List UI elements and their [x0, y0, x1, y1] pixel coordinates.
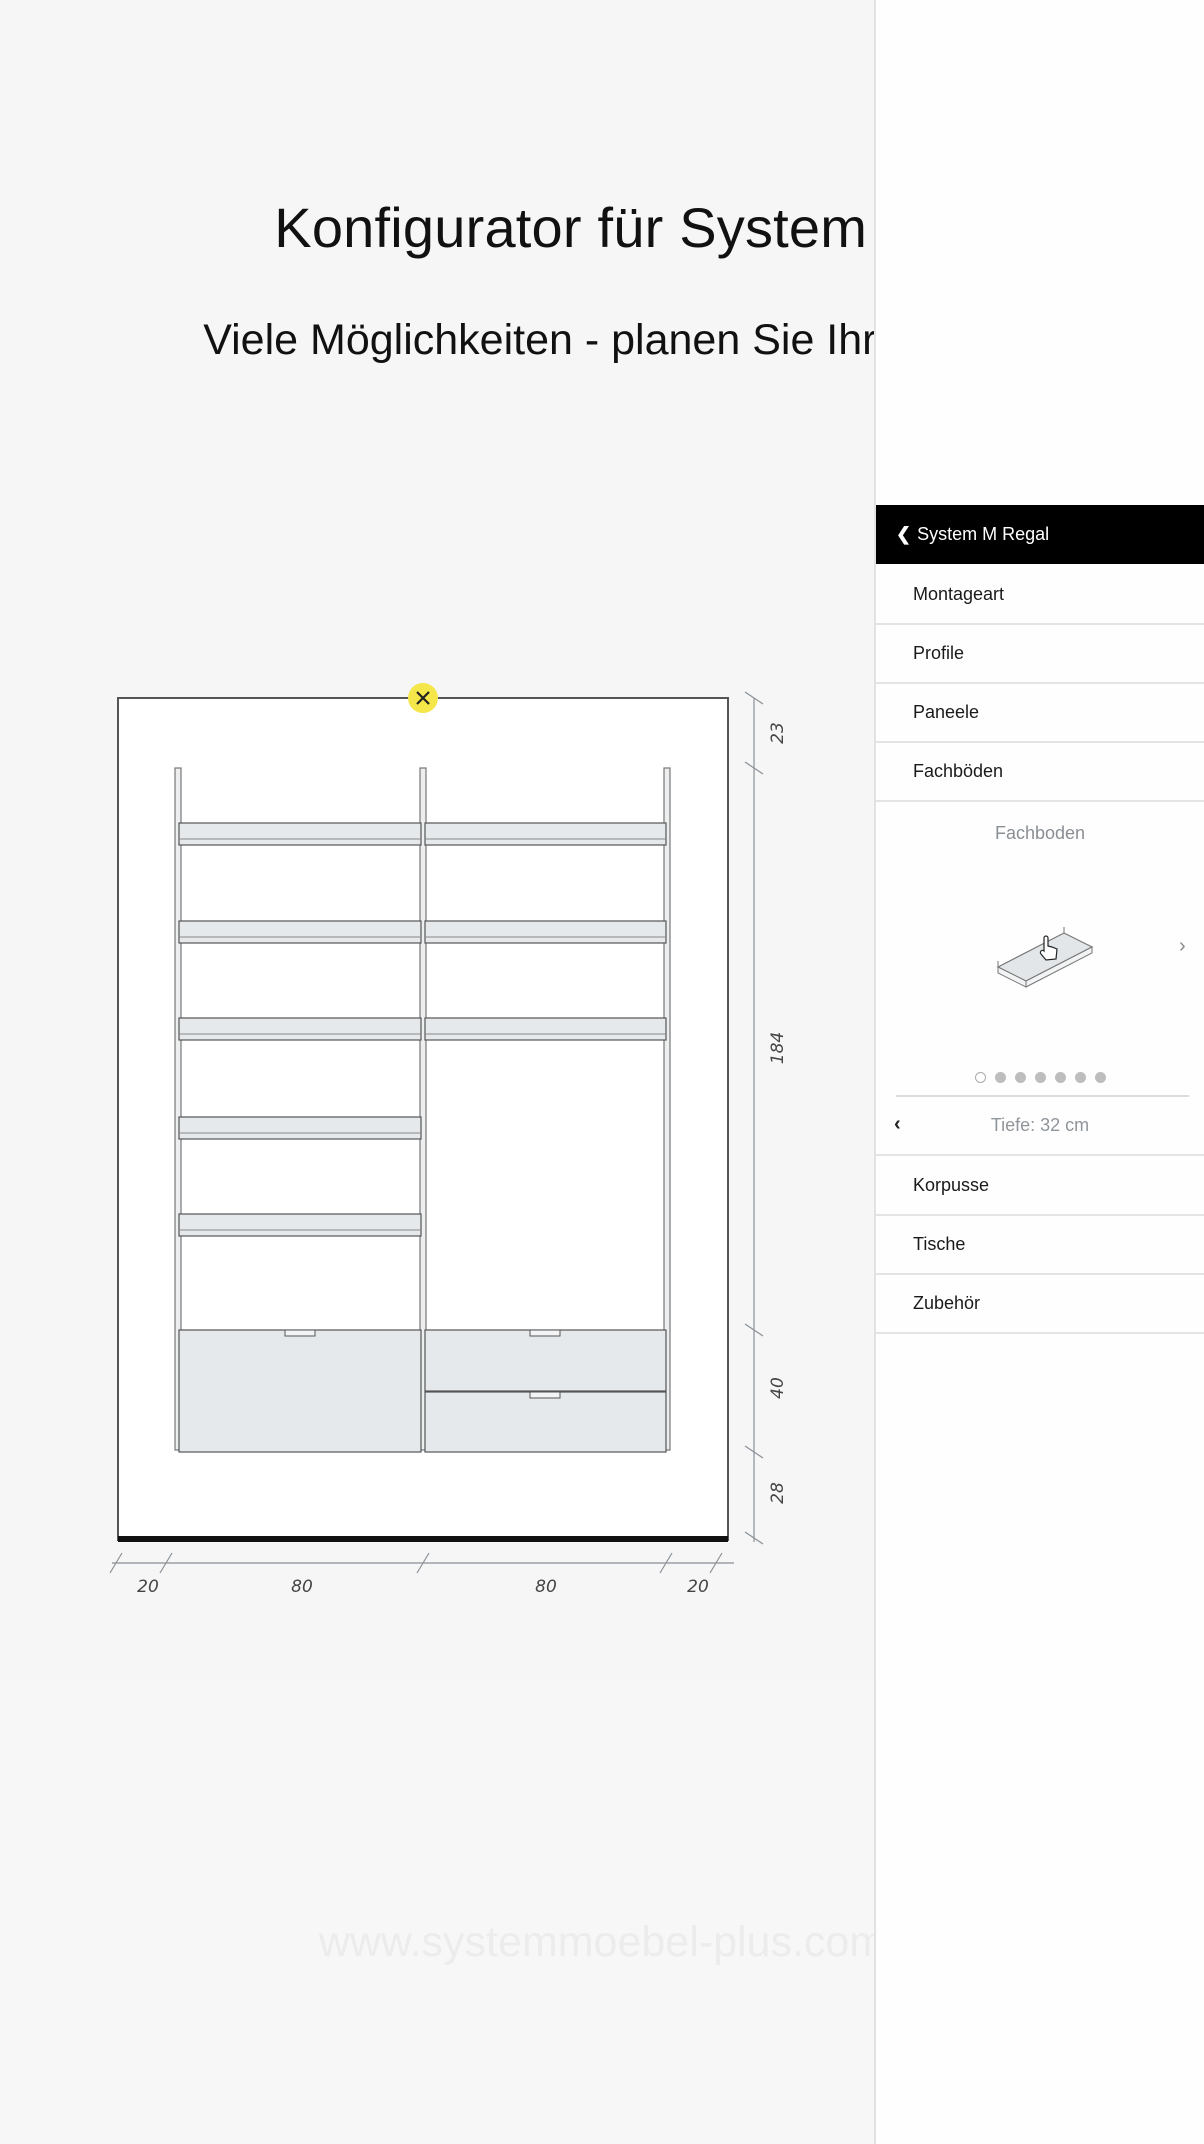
- dimension-label-28: 28: [768, 1482, 788, 1504]
- sidebar-item-zubehoer[interactable]: Zubehör: [876, 1275, 1204, 1334]
- carousel-dot[interactable]: [1074, 1072, 1086, 1083]
- dimension-label-40: 40: [768, 1377, 788, 1399]
- sidebar-item-label: Zubehör: [913, 1293, 981, 1313]
- drawer-handle-icon: [529, 1391, 561, 1399]
- depth-label: Tiefe: 32 cm: [990, 1115, 1090, 1135]
- width-dimension-labels: 20 80 80 20: [137, 1577, 709, 1597]
- shelf[interactable]: [178, 920, 422, 944]
- sidebar-item-tische[interactable]: Tische: [876, 1216, 1204, 1275]
- sidebar-item-paneele[interactable]: Paneele: [876, 684, 1204, 743]
- sidebar-menu-bottom: Korpusse Tische Zubehör: [876, 1157, 1204, 1334]
- carousel-dot[interactable]: [1014, 1072, 1026, 1083]
- shelf[interactable]: [178, 822, 422, 846]
- shelf[interactable]: [178, 1213, 422, 1237]
- dimension-label-80-right: 80: [535, 1577, 557, 1597]
- sidebar-menu-top: Montageart Profile Paneele Fachböden: [876, 566, 1204, 802]
- dimension-label-80-left: 80: [291, 1577, 313, 1597]
- drawer-left[interactable]: [178, 1329, 422, 1453]
- chevron-right-icon[interactable]: ›: [1179, 935, 1186, 958]
- carousel-dot[interactable]: [1094, 1072, 1106, 1083]
- sidebar-item-korpusse[interactable]: Korpusse: [876, 1157, 1204, 1216]
- dimension-label-184: 184: [768, 1032, 788, 1064]
- dimension-label-20-left: 20: [137, 1577, 159, 1597]
- sidebar-item-montageart[interactable]: Montageart: [876, 566, 1204, 625]
- shelf[interactable]: [424, 920, 667, 944]
- drawer-right-bottom[interactable]: [424, 1391, 667, 1453]
- shelf-drawing: 23 184 40 28 20 80 80 20: [109, 683, 788, 1597]
- shelf[interactable]: [178, 1116, 422, 1140]
- height-dimension-labels: 23 184 40 28: [768, 722, 788, 1504]
- carousel-dot[interactable]: [994, 1072, 1006, 1083]
- sidebar-item-label: Korpusse: [913, 1175, 990, 1195]
- sidebar-item-profile[interactable]: Profile: [876, 625, 1204, 684]
- dimension-label-20-right: 20: [687, 1577, 709, 1597]
- detail-title: Fachboden: [994, 823, 1086, 843]
- fachboden-detail: Fachboden ›: [876, 807, 1204, 1097]
- height-dimension-line: [744, 691, 764, 1545]
- chevron-left-icon: ❮: [896, 524, 912, 544]
- shelf-board-icon[interactable]: [994, 917, 1094, 997]
- dimension-label-23: 23: [768, 722, 788, 744]
- carousel-dot[interactable]: [974, 1072, 986, 1083]
- drawer-handle-icon: [529, 1329, 561, 1337]
- shelf[interactable]: [424, 1017, 667, 1041]
- depth-selector[interactable]: ‹ Tiefe: 32 cm: [876, 1097, 1204, 1156]
- sidebar-item-label: Paneele: [913, 702, 980, 722]
- shelf[interactable]: [424, 822, 667, 846]
- carousel-dot[interactable]: [1034, 1072, 1046, 1083]
- width-dimension-line: [109, 1552, 734, 1574]
- shelf[interactable]: [178, 1017, 422, 1041]
- sidebar-item-label: Profile: [913, 643, 965, 663]
- drawer-right-top[interactable]: [424, 1329, 667, 1392]
- sidebar-header-label: System M Regal: [917, 524, 1050, 544]
- carousel-dots: [876, 1072, 1204, 1083]
- carousel-dot[interactable]: [1054, 1072, 1066, 1083]
- sidebar-item-label: Tische: [913, 1234, 966, 1254]
- floor-line: [118, 1536, 728, 1542]
- sidebar-item-fachboeden[interactable]: Fachböden: [876, 743, 1204, 802]
- sidebar-item-label: Fachböden: [913, 761, 1004, 781]
- back-to-system-m-regal[interactable]: ❮ System M Regal: [876, 505, 1204, 564]
- remove-element-button[interactable]: [408, 683, 438, 713]
- sidebar-item-label: Montageart: [913, 584, 1005, 604]
- drawer-handle-icon: [284, 1329, 316, 1337]
